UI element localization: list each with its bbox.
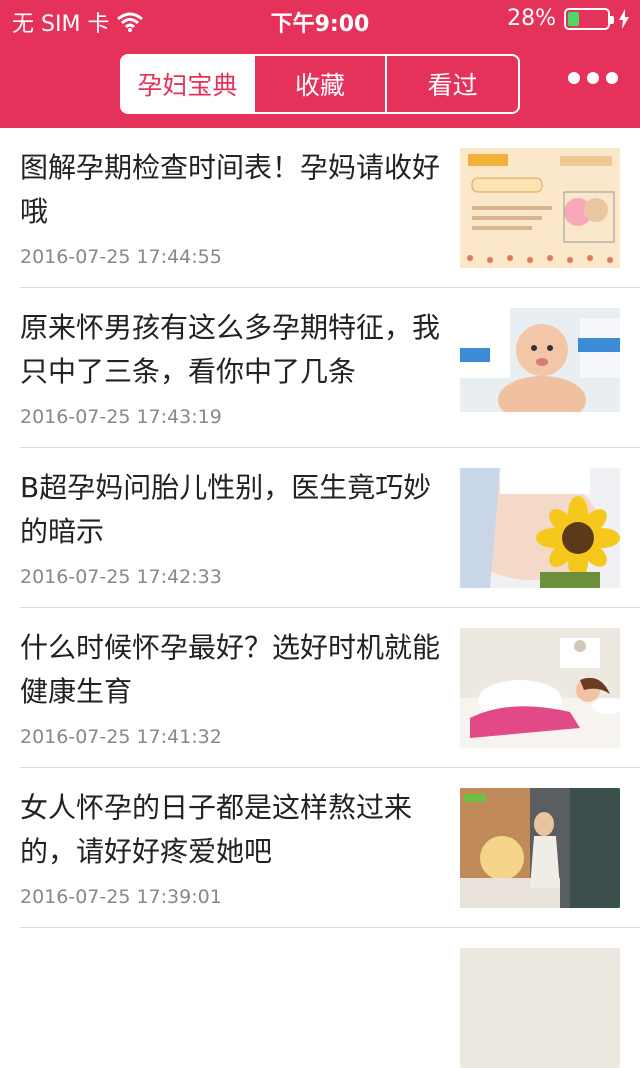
tab-pregnancy-guide[interactable]: 孕妇宝典 bbox=[122, 56, 255, 112]
article-title: B超孕妈问胎儿性别，医生竟巧妙的暗示 bbox=[20, 471, 432, 548]
tab-favorites[interactable]: 收藏 bbox=[255, 56, 388, 112]
tab-bar: 孕妇宝典 收藏 看过 bbox=[120, 54, 520, 114]
article-title: 图解孕期检查时间表！孕妈请收好哦 bbox=[20, 151, 441, 228]
battery-icon bbox=[564, 7, 614, 30]
article-timestamp: 2016-07-25 17:41:32 bbox=[20, 726, 222, 748]
article-thumbnail bbox=[460, 308, 620, 428]
status-bar: 无 SIM 卡 下午9:00 28% bbox=[0, 0, 640, 40]
article-thumbnail bbox=[460, 948, 620, 1068]
article-thumbnail bbox=[460, 788, 620, 908]
article-thumbnail bbox=[460, 148, 620, 268]
battery-status: 28% bbox=[507, 6, 630, 31]
charging-bolt-icon bbox=[619, 8, 629, 29]
battery-percent: 28% bbox=[507, 6, 556, 31]
article-row[interactable]: 原来怀男孩有这么多孕期特征，我只中了三条，看你中了几条 2016-07-25 1… bbox=[20, 288, 640, 448]
article-row[interactable]: 图解孕期检查时间表！孕妈请收好哦 2016-07-25 17:44:55 bbox=[20, 128, 640, 288]
article-timestamp: 2016-07-25 17:42:33 bbox=[20, 566, 222, 588]
article-row[interactable] bbox=[20, 928, 640, 1068]
article-row[interactable]: B超孕妈问胎儿性别，医生竟巧妙的暗示 2016-07-25 17:42:33 bbox=[20, 448, 640, 608]
more-menu-button[interactable] bbox=[568, 72, 618, 84]
article-thumbnail bbox=[460, 628, 620, 748]
more-dot-icon bbox=[587, 72, 599, 84]
battery-level bbox=[568, 11, 579, 26]
article-title: 什么时候怀孕最好？选好时机就能健康生育 bbox=[20, 631, 441, 708]
app-header: 无 SIM 卡 下午9:00 28% 孕妇宝典 收藏 看过 bbox=[0, 0, 640, 128]
article-timestamp: 2016-07-25 17:44:55 bbox=[20, 246, 222, 268]
article-thumbnail bbox=[460, 468, 620, 588]
article-timestamp: 2016-07-25 17:39:01 bbox=[20, 886, 222, 908]
article-list: 图解孕期检查时间表！孕妈请收好哦 2016-07-25 17:44:55 原来怀… bbox=[0, 128, 640, 1068]
article-title: 女人怀孕的日子都是这样熬过来的，请好好疼爱她吧 bbox=[20, 791, 413, 868]
article-timestamp: 2016-07-25 17:43:19 bbox=[20, 406, 222, 428]
article-title: 原来怀男孩有这么多孕期特征，我只中了三条，看你中了几条 bbox=[20, 311, 441, 388]
more-dot-icon bbox=[568, 72, 580, 84]
article-row[interactable]: 女人怀孕的日子都是这样熬过来的，请好好疼爱她吧 2016-07-25 17:39… bbox=[20, 768, 640, 928]
article-row[interactable]: 什么时候怀孕最好？选好时机就能健康生育 2016-07-25 17:41:32 bbox=[20, 608, 640, 768]
more-dot-icon bbox=[606, 72, 618, 84]
tab-history[interactable]: 看过 bbox=[387, 56, 518, 112]
